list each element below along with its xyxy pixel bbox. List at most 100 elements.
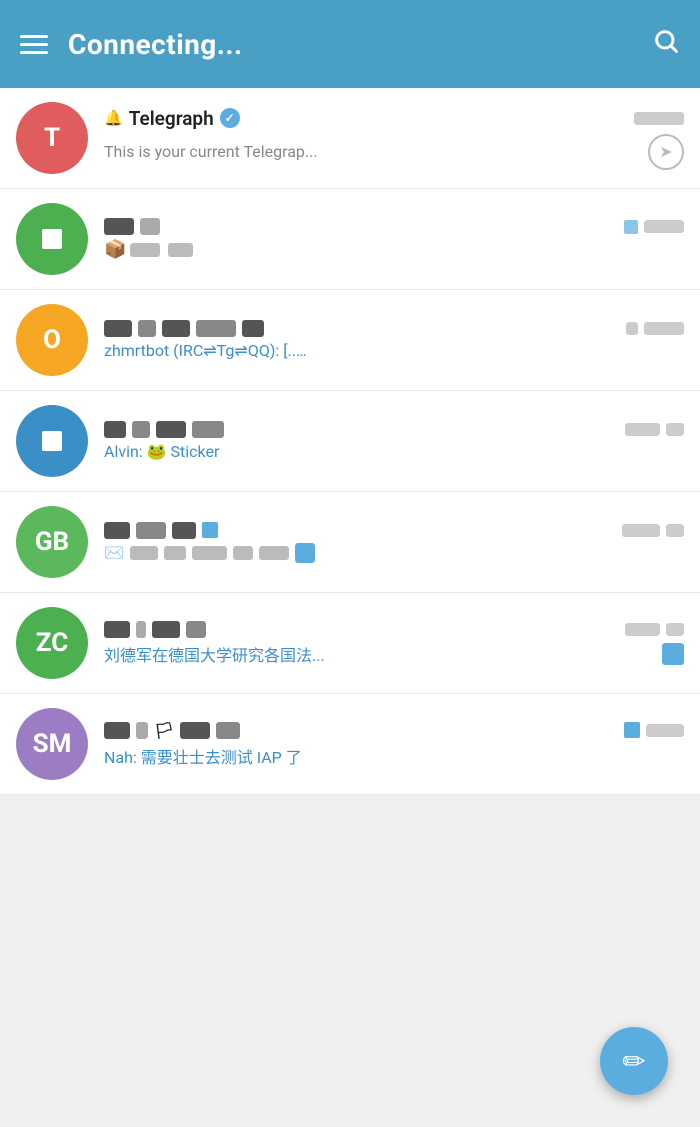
preview-blur — [130, 546, 158, 560]
chat-content: 🔔 Telegraph This is your current Telegra… — [104, 107, 684, 170]
time-blur — [622, 524, 660, 537]
name-blur — [104, 522, 130, 539]
chat-name: 🔔 Telegraph — [104, 107, 240, 130]
chat-meta — [625, 423, 684, 436]
chat-top-row: 🏳 — [104, 721, 684, 740]
time-blur — [625, 623, 660, 636]
muted-icon: 🔔 — [104, 109, 123, 127]
chat-top-row — [104, 522, 684, 539]
chat-name — [104, 218, 160, 235]
chat-meta — [626, 322, 684, 335]
name-blur — [136, 522, 166, 539]
chat-preview: zhmrtbot (IRC⇌Tg⇌QQ): [..… — [104, 341, 684, 360]
list-item[interactable]: Alvin: 🐸 Sticker — [0, 391, 700, 492]
name-blur — [192, 421, 224, 438]
name-blur — [136, 621, 146, 638]
chat-meta — [634, 112, 684, 125]
preview-row: 📦 — [104, 239, 684, 260]
forward-icon: ➤ — [648, 134, 684, 170]
name-blur — [132, 421, 150, 438]
chat-preview: Alvin: 🐸 Sticker — [104, 442, 684, 461]
chat-meta — [622, 524, 684, 537]
chat-content: ✉️ — [104, 522, 684, 563]
time-blur — [626, 322, 638, 335]
list-item[interactable]: ZC 刘德军在德国大学研究各国法... — [0, 593, 700, 694]
chat-meta — [624, 722, 684, 738]
avatar: ZC — [16, 607, 88, 679]
name-blur — [242, 320, 264, 337]
preview-emoji: 📦 — [104, 239, 126, 260]
avatar: O — [16, 304, 88, 376]
chat-top-row — [104, 621, 684, 638]
chat-preview: 刘德军在德国大学研究各国法... — [104, 642, 656, 666]
chat-list: T 🔔 Telegraph This is your current Teleg… — [0, 88, 700, 795]
chat-name — [104, 522, 218, 539]
time-blur — [634, 112, 684, 125]
preview-blur — [130, 243, 160, 257]
name-emoji: 🏳 — [154, 721, 174, 740]
name-blur — [136, 722, 148, 739]
time-blur — [625, 423, 660, 436]
list-item[interactable]: SM 🏳 Nah: 需要壮士去测试 IAP 了 — [0, 694, 700, 795]
chat-content: 🏳 Nah: 需要壮士去测试 IAP 了 — [104, 721, 684, 768]
chat-preview: This is your current Telegrap... — [104, 142, 318, 161]
square-icon — [42, 229, 62, 249]
name-blur — [216, 722, 240, 739]
time-blur — [666, 623, 684, 636]
time-blur — [644, 220, 684, 233]
name-blur — [196, 320, 236, 337]
chat-preview: Nah: 需要壮士去测试 IAP 了 — [104, 744, 684, 768]
time-blur — [644, 322, 684, 335]
chat-top-row: 🔔 Telegraph — [104, 107, 684, 130]
compose-fab[interactable]: ✏ — [600, 1027, 668, 1095]
menu-button[interactable] — [20, 35, 48, 54]
preview-row: 刘德军在德国大学研究各国法... — [104, 642, 684, 666]
unread-icon — [295, 543, 315, 563]
search-button[interactable] — [652, 27, 680, 62]
name-blur — [152, 621, 180, 638]
list-item[interactable]: 📦 — [0, 189, 700, 290]
indicator — [202, 522, 218, 538]
chat-name: 🏳 — [104, 721, 240, 740]
preview-blur — [233, 546, 253, 560]
time-blur — [666, 423, 684, 436]
chat-name — [104, 621, 206, 638]
avatar: SM — [16, 708, 88, 780]
preview-row: This is your current Telegrap... ➤ — [104, 134, 684, 170]
chat-meta — [624, 220, 684, 234]
chat-content: 刘德军在德国大学研究各国法... — [104, 621, 684, 666]
chat-top-row — [104, 421, 684, 438]
name-blur — [186, 621, 206, 638]
unread-icon — [662, 643, 684, 665]
time-blur — [646, 724, 684, 737]
name-blur — [104, 621, 130, 638]
chat-name — [104, 320, 264, 337]
name-blur — [180, 722, 210, 739]
indicator — [624, 722, 640, 738]
preview-emoji: ✉️ — [104, 543, 124, 562]
name-blur — [104, 421, 126, 438]
avatar: T — [16, 102, 88, 174]
chat-content: 📦 — [104, 218, 684, 260]
avatar — [16, 405, 88, 477]
preview-blur — [164, 546, 186, 560]
avatar — [16, 203, 88, 275]
name-blur — [138, 320, 156, 337]
preview-blur — [168, 243, 193, 257]
name-blur — [104, 722, 130, 739]
name-blur — [156, 421, 186, 438]
preview-row: ✉️ — [104, 543, 684, 563]
preview-blur — [192, 546, 227, 560]
list-item[interactable]: T 🔔 Telegraph This is your current Teleg… — [0, 88, 700, 189]
chat-top-row — [104, 320, 684, 337]
chat-name — [104, 421, 224, 438]
topbar-title: Connecting... — [68, 28, 632, 61]
chat-top-row — [104, 218, 684, 235]
verified-badge — [220, 108, 240, 128]
name-blur — [162, 320, 190, 337]
name-blur — [140, 218, 160, 235]
list-item[interactable]: GB ✉️ — [0, 492, 700, 593]
preview-blur — [259, 546, 289, 560]
topbar: Connecting... — [0, 0, 700, 88]
list-item[interactable]: O zhmrtbot (IRC⇌Tg⇌QQ): [..… — [0, 290, 700, 391]
